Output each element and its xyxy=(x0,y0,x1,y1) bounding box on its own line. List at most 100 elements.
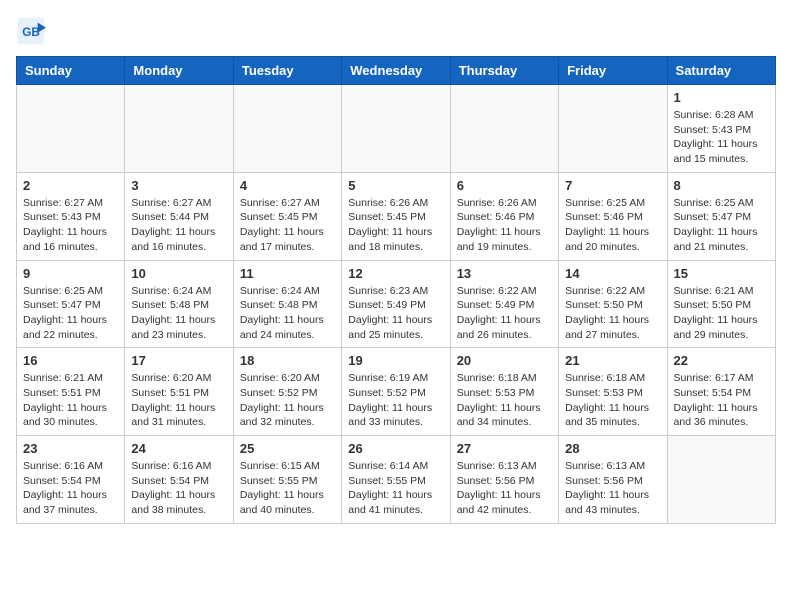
day-number: 19 xyxy=(348,353,443,368)
day-number: 13 xyxy=(457,266,552,281)
day-number: 20 xyxy=(457,353,552,368)
calendar-day-cell: 18 Sunrise: 6:20 AM Sunset: 5:52 PM Dayli… xyxy=(233,348,341,436)
day-number: 9 xyxy=(23,266,118,281)
calendar-week-row: 1 Sunrise: 6:28 AM Sunset: 5:43 PM Daylig… xyxy=(17,85,776,173)
day-number: 10 xyxy=(131,266,226,281)
calendar-day-cell: 11 Sunrise: 6:24 AM Sunset: 5:48 PM Dayli… xyxy=(233,260,341,348)
calendar-day-cell xyxy=(450,85,558,173)
day-number: 27 xyxy=(457,441,552,456)
calendar-table: SundayMondayTuesdayWednesdayThursdayFrid… xyxy=(16,56,776,524)
logo: GB xyxy=(16,16,50,46)
day-number: 23 xyxy=(23,441,118,456)
logo-icon: GB xyxy=(16,16,46,46)
day-number: 4 xyxy=(240,178,335,193)
day-number: 12 xyxy=(348,266,443,281)
day-number: 11 xyxy=(240,266,335,281)
calendar-day-cell: 16 Sunrise: 6:21 AM Sunset: 5:51 PM Dayli… xyxy=(17,348,125,436)
day-info: Sunrise: 6:28 AM Sunset: 5:43 PM Dayligh… xyxy=(674,108,769,167)
day-number: 5 xyxy=(348,178,443,193)
day-number: 17 xyxy=(131,353,226,368)
day-info: Sunrise: 6:21 AM Sunset: 5:50 PM Dayligh… xyxy=(674,284,769,343)
svg-text:GB: GB xyxy=(22,26,39,39)
day-number: 16 xyxy=(23,353,118,368)
calendar-day-cell: 26Sunrise: 6:14 AM Sunset: 5:55 PM Dayli… xyxy=(342,436,450,524)
calendar-day-cell: 24 Sunrise: 6:16 AM Sunset: 5:54 PM Dayli… xyxy=(125,436,233,524)
day-info: Sunrise: 6:22 AM Sunset: 5:49 PM Dayligh… xyxy=(457,284,552,343)
day-info: Sunrise: 6:24 AM Sunset: 5:48 PM Dayligh… xyxy=(240,284,335,343)
calendar-day-cell: 28 Sunrise: 6:13 AM Sunset: 5:56 PM Dayli… xyxy=(559,436,667,524)
day-info: Sunrise: 6:20 AM Sunset: 5:52 PM Dayligh… xyxy=(240,371,335,430)
weekday-header-saturday: Saturday xyxy=(667,57,775,85)
day-number: 7 xyxy=(565,178,660,193)
calendar-day-cell: 22 Sunrise: 6:17 AM Sunset: 5:54 PM Dayli… xyxy=(667,348,775,436)
day-number: 24 xyxy=(131,441,226,456)
calendar-day-cell: 17 Sunrise: 6:20 AM Sunset: 5:51 PM Dayli… xyxy=(125,348,233,436)
weekday-header-tuesday: Tuesday xyxy=(233,57,341,85)
day-info: Sunrise: 6:25 AM Sunset: 5:46 PM Dayligh… xyxy=(565,196,660,255)
weekday-header-monday: Monday xyxy=(125,57,233,85)
day-info: Sunrise: 6:26 AM Sunset: 5:46 PM Dayligh… xyxy=(457,196,552,255)
calendar-day-cell: 20 Sunrise: 6:18 AM Sunset: 5:53 PM Dayli… xyxy=(450,348,558,436)
day-number: 6 xyxy=(457,178,552,193)
day-info: Sunrise: 6:26 AM Sunset: 5:45 PM Dayligh… xyxy=(348,196,443,255)
calendar-week-row: 9 Sunrise: 6:25 AM Sunset: 5:47 PM Daylig… xyxy=(17,260,776,348)
calendar-day-cell: 7 Sunrise: 6:25 AM Sunset: 5:46 PM Daylig… xyxy=(559,172,667,260)
calendar-day-cell: 9 Sunrise: 6:25 AM Sunset: 5:47 PM Daylig… xyxy=(17,260,125,348)
weekday-header-friday: Friday xyxy=(559,57,667,85)
calendar-day-cell: 15Sunrise: 6:21 AM Sunset: 5:50 PM Dayli… xyxy=(667,260,775,348)
calendar-day-cell xyxy=(233,85,341,173)
calendar-day-cell: 4Sunrise: 6:27 AM Sunset: 5:45 PM Daylig… xyxy=(233,172,341,260)
calendar-day-cell: 1 Sunrise: 6:28 AM Sunset: 5:43 PM Daylig… xyxy=(667,85,775,173)
calendar-day-cell: 8 Sunrise: 6:25 AM Sunset: 5:47 PM Daylig… xyxy=(667,172,775,260)
calendar-day-cell: 19 Sunrise: 6:19 AM Sunset: 5:52 PM Dayli… xyxy=(342,348,450,436)
calendar-day-cell: 25Sunrise: 6:15 AM Sunset: 5:55 PM Dayli… xyxy=(233,436,341,524)
calendar-day-cell: 5 Sunrise: 6:26 AM Sunset: 5:45 PM Daylig… xyxy=(342,172,450,260)
day-info: Sunrise: 6:17 AM Sunset: 5:54 PM Dayligh… xyxy=(674,371,769,430)
day-number: 1 xyxy=(674,90,769,105)
day-number: 18 xyxy=(240,353,335,368)
calendar-day-cell: 3 Sunrise: 6:27 AM Sunset: 5:44 PM Daylig… xyxy=(125,172,233,260)
calendar-day-cell xyxy=(17,85,125,173)
day-number: 8 xyxy=(674,178,769,193)
day-info: Sunrise: 6:25 AM Sunset: 5:47 PM Dayligh… xyxy=(674,196,769,255)
calendar-day-cell xyxy=(667,436,775,524)
day-info: Sunrise: 6:22 AM Sunset: 5:50 PM Dayligh… xyxy=(565,284,660,343)
calendar-day-cell: 10 Sunrise: 6:24 AM Sunset: 5:48 PM Dayli… xyxy=(125,260,233,348)
day-info: Sunrise: 6:18 AM Sunset: 5:53 PM Dayligh… xyxy=(457,371,552,430)
calendar-day-cell: 14Sunrise: 6:22 AM Sunset: 5:50 PM Dayli… xyxy=(559,260,667,348)
calendar-day-cell xyxy=(125,85,233,173)
calendar-day-cell: 21Sunrise: 6:18 AM Sunset: 5:53 PM Dayli… xyxy=(559,348,667,436)
calendar-day-cell: 12 Sunrise: 6:23 AM Sunset: 5:49 PM Dayli… xyxy=(342,260,450,348)
day-number: 21 xyxy=(565,353,660,368)
day-info: Sunrise: 6:13 AM Sunset: 5:56 PM Dayligh… xyxy=(457,459,552,518)
day-number: 22 xyxy=(674,353,769,368)
day-number: 2 xyxy=(23,178,118,193)
calendar-day-cell xyxy=(559,85,667,173)
day-info: Sunrise: 6:23 AM Sunset: 5:49 PM Dayligh… xyxy=(348,284,443,343)
day-number: 25 xyxy=(240,441,335,456)
day-number: 3 xyxy=(131,178,226,193)
day-info: Sunrise: 6:27 AM Sunset: 5:43 PM Dayligh… xyxy=(23,196,118,255)
weekday-header-row: SundayMondayTuesdayWednesdayThursdayFrid… xyxy=(17,57,776,85)
calendar-week-row: 23 Sunrise: 6:16 AM Sunset: 5:54 PM Dayli… xyxy=(17,436,776,524)
calendar-week-row: 16 Sunrise: 6:21 AM Sunset: 5:51 PM Dayli… xyxy=(17,348,776,436)
calendar-day-cell: 13 Sunrise: 6:22 AM Sunset: 5:49 PM Dayli… xyxy=(450,260,558,348)
calendar-day-cell: 2 Sunrise: 6:27 AM Sunset: 5:43 PM Daylig… xyxy=(17,172,125,260)
day-info: Sunrise: 6:13 AM Sunset: 5:56 PM Dayligh… xyxy=(565,459,660,518)
calendar-week-row: 2 Sunrise: 6:27 AM Sunset: 5:43 PM Daylig… xyxy=(17,172,776,260)
calendar-day-cell: 23Sunrise: 6:16 AM Sunset: 5:54 PM Dayli… xyxy=(17,436,125,524)
day-number: 28 xyxy=(565,441,660,456)
calendar-day-cell xyxy=(342,85,450,173)
weekday-header-thursday: Thursday xyxy=(450,57,558,85)
day-info: Sunrise: 6:21 AM Sunset: 5:51 PM Dayligh… xyxy=(23,371,118,430)
day-info: Sunrise: 6:27 AM Sunset: 5:44 PM Dayligh… xyxy=(131,196,226,255)
day-info: Sunrise: 6:20 AM Sunset: 5:51 PM Dayligh… xyxy=(131,371,226,430)
page-header: GB xyxy=(16,16,776,46)
day-info: Sunrise: 6:19 AM Sunset: 5:52 PM Dayligh… xyxy=(348,371,443,430)
day-info: Sunrise: 6:16 AM Sunset: 5:54 PM Dayligh… xyxy=(131,459,226,518)
calendar-day-cell: 6 Sunrise: 6:26 AM Sunset: 5:46 PM Daylig… xyxy=(450,172,558,260)
day-number: 26 xyxy=(348,441,443,456)
weekday-header-wednesday: Wednesday xyxy=(342,57,450,85)
day-info: Sunrise: 6:24 AM Sunset: 5:48 PM Dayligh… xyxy=(131,284,226,343)
day-info: Sunrise: 6:25 AM Sunset: 5:47 PM Dayligh… xyxy=(23,284,118,343)
